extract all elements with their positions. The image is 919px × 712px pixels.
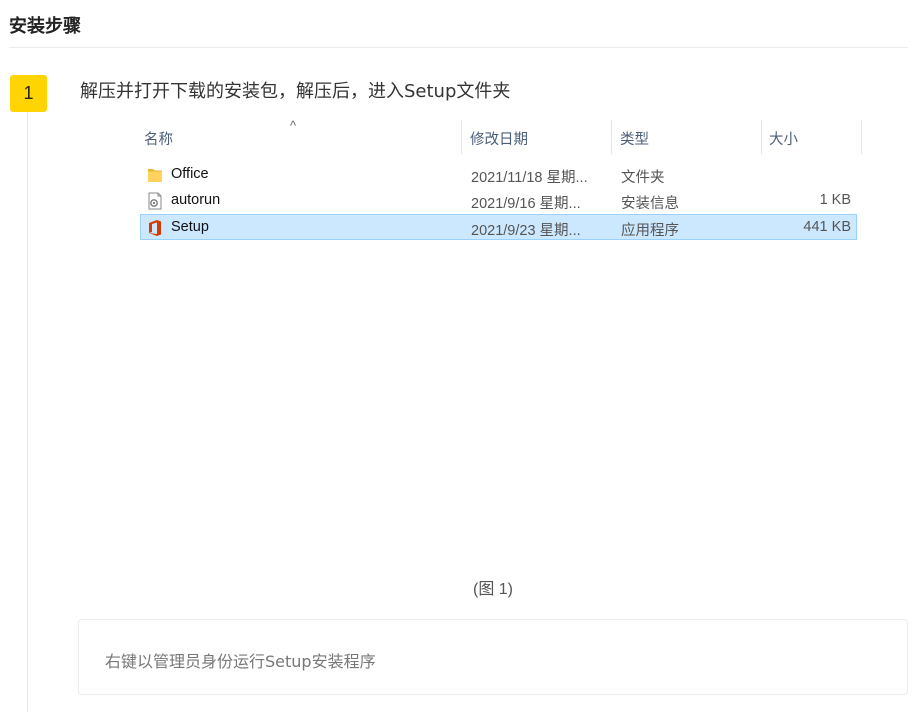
file-size: 441 KB bbox=[803, 219, 851, 235]
step-instruction: 解压并打开下载的安装包，解压后，进入Setup文件夹 bbox=[80, 81, 511, 102]
file-type: 应用程序 bbox=[621, 223, 679, 239]
column-separator bbox=[461, 120, 462, 154]
title-divider bbox=[9, 47, 908, 48]
folder-icon bbox=[147, 166, 163, 184]
sort-ascending-icon: ^ bbox=[290, 118, 297, 133]
column-separator bbox=[611, 120, 612, 154]
note-text: 右键以管理员身份运行Setup安装程序 bbox=[105, 652, 376, 671]
file-explorer-screenshot: ^ 名称 修改日期 类型 大小 Office 2021/11/18 星期... … bbox=[140, 118, 862, 248]
file-size: 1 KB bbox=[819, 192, 851, 208]
setup-info-file-icon bbox=[147, 192, 163, 210]
note-box: 右键以管理员身份运行Setup安装程序 bbox=[78, 619, 908, 695]
column-separator bbox=[761, 120, 762, 154]
file-type: 文件夹 bbox=[621, 170, 665, 186]
step-number-badge: 1 bbox=[10, 75, 47, 112]
file-row-office[interactable]: Office 2021/11/18 星期... 文件夹 bbox=[140, 161, 857, 187]
figure-caption: (图 1) bbox=[472, 581, 513, 598]
column-header-type[interactable]: 类型 bbox=[620, 128, 649, 149]
column-header-name[interactable]: 名称 bbox=[144, 128, 173, 149]
office-app-icon bbox=[147, 219, 163, 237]
file-name: Office bbox=[171, 166, 209, 182]
step-timeline-line bbox=[27, 112, 28, 712]
file-modified-date: 2021/9/23 星期... bbox=[471, 223, 581, 239]
file-row-autorun[interactable]: autorun 2021/9/16 星期... 安装信息 1 KB bbox=[140, 187, 857, 213]
file-row-setup[interactable]: Setup 2021/9/23 星期... 应用程序 441 KB bbox=[140, 214, 857, 240]
column-separator bbox=[861, 120, 862, 154]
file-modified-date: 2021/11/18 星期... bbox=[471, 170, 588, 186]
file-modified-date: 2021/9/16 星期... bbox=[471, 196, 581, 212]
file-type: 安装信息 bbox=[621, 196, 679, 212]
section-title: 安装步骤 bbox=[9, 16, 81, 37]
file-name: autorun bbox=[171, 192, 221, 208]
column-header-size[interactable]: 大小 bbox=[769, 128, 798, 149]
file-name: Setup bbox=[171, 219, 209, 235]
column-header-date[interactable]: 修改日期 bbox=[470, 128, 528, 149]
